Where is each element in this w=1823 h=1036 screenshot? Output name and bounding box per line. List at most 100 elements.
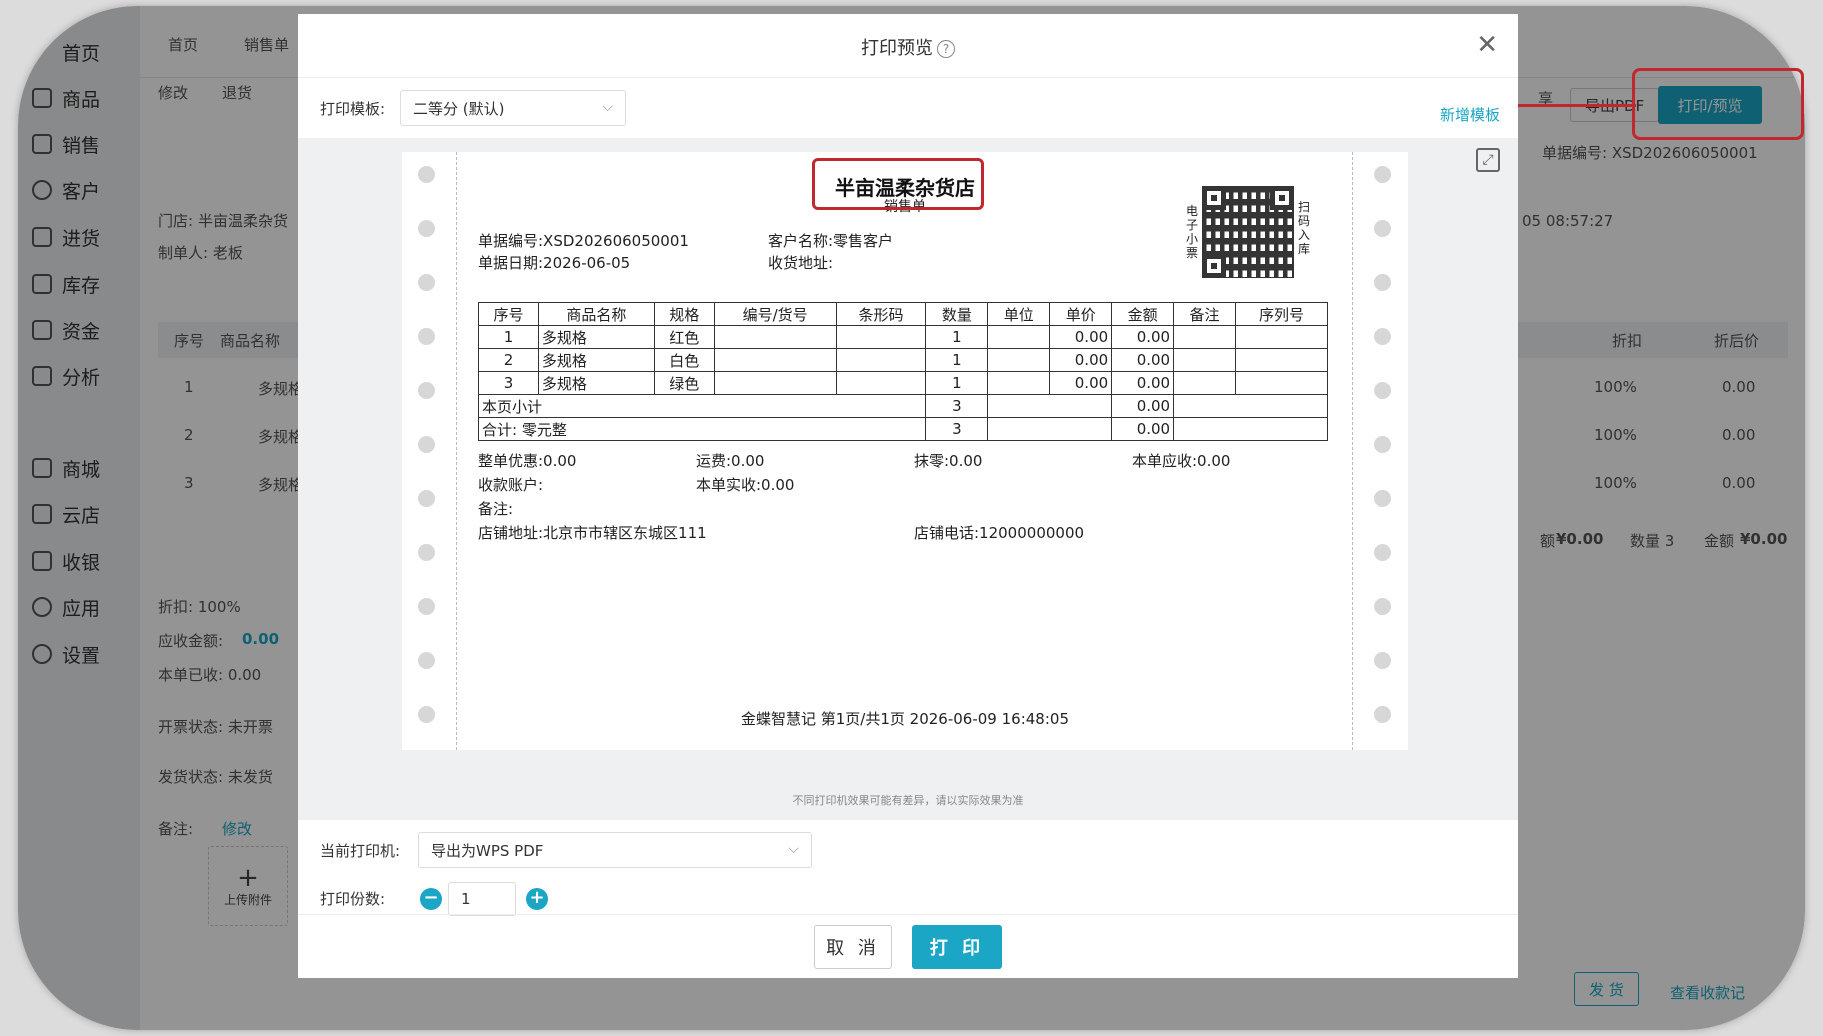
decrease-copies-button[interactable]: − (420, 888, 442, 910)
perforation-hole (418, 436, 435, 453)
cell-serial (1235, 371, 1328, 395)
receipt-doc-date: 单据日期:2026-06-05 (478, 254, 631, 272)
cell-no: 3 (478, 371, 539, 395)
cell-amount: 0.00 (1111, 371, 1175, 395)
perforation-hole (418, 598, 435, 615)
chevron-down-icon: ⌵ (788, 841, 799, 857)
perforation-hole (418, 382, 435, 399)
receipt-paper: 半亩温柔杂货店 销售单 单据编号:XSD202606050001 单据日期:20… (402, 152, 1408, 750)
cell-barcode (835, 325, 927, 349)
copies-input[interactable]: 1 (448, 882, 516, 916)
dialog-title: 打印预览? (298, 34, 1518, 60)
total-blank (987, 417, 1113, 441)
subtotal-row: 本页小计 3 0.00 (477, 394, 1328, 418)
cell-unit (987, 371, 1051, 395)
th-name: 商品名称 (537, 302, 655, 326)
expand-icon[interactable]: ⤢ (1476, 148, 1500, 172)
cell-serial (1235, 348, 1328, 372)
perforation-hole (1374, 274, 1391, 291)
qr-finder (1202, 254, 1226, 278)
shop-phone: 店铺电话:12000000000 (914, 524, 1085, 542)
table-row: 2 多规格 白色 1 0.00 0.00 (478, 348, 1328, 372)
cell-unit (987, 348, 1051, 372)
perforation-hole (418, 274, 435, 291)
cell-spec: 绿色 (653, 371, 715, 395)
printer-select[interactable]: 导出为WPS PDF ⌵ (418, 832, 812, 868)
payment-account: 收款账户: (478, 476, 544, 494)
subtotal-amount: 0.00 (1111, 394, 1175, 418)
chevron-down-icon: ⌵ (602, 99, 613, 115)
cell-serial (1235, 325, 1328, 349)
cell-price: 0.00 (1049, 325, 1113, 349)
qr-code (1202, 186, 1294, 278)
cell-no: 1 (478, 325, 539, 349)
receipt-address: 收货地址: (768, 254, 834, 272)
table-row: 3 多规格 绿色 1 0.00 0.00 (478, 371, 1328, 395)
receipt-footer: 金蝶智慧记 第1页/共1页 2026-06-09 16:48:05 (741, 710, 1069, 728)
perforation-hole (1374, 328, 1391, 345)
cell-code (713, 371, 837, 395)
actual-received: 本单实收:0.00 (696, 476, 795, 494)
cell-remark (1173, 325, 1237, 349)
print-button[interactable]: 打 印 (912, 925, 1002, 969)
round-off: 抹零:0.00 (914, 452, 983, 470)
receipt-customer: 客户名称:零售客户 (768, 232, 894, 250)
perforation-hole (1374, 544, 1391, 561)
cell-unit (987, 325, 1051, 349)
perforation-hole (1374, 598, 1391, 615)
receipt-items-table: 序号 商品名称 规格 编号/货号 条形码 数量 单位 单价 金额 备注 序列号 (477, 302, 1328, 441)
printer-label: 当前打印机: (320, 842, 401, 860)
total-label: 合计: 零元整 (477, 417, 927, 441)
cell-remark (1173, 348, 1237, 372)
close-icon[interactable]: ✕ (1476, 30, 1498, 60)
highlight-print-preview (1632, 68, 1804, 140)
receipt-doc-no: 单据编号:XSD202606050001 (478, 232, 689, 250)
increase-copies-button[interactable]: + (526, 888, 548, 910)
cell-no: 2 (478, 348, 539, 372)
receipt-remark: 备注: (478, 500, 514, 518)
cell-barcode (835, 348, 927, 372)
subtotal-label: 本页小计 (477, 394, 927, 418)
cell-amount: 0.00 (1111, 348, 1175, 372)
th-code: 编号/货号 (713, 302, 837, 326)
dialog-header: 打印预览? ✕ (298, 14, 1518, 78)
cell-price: 0.00 (1049, 371, 1113, 395)
perforation-hole (418, 652, 435, 669)
th-serial: 序列号 (1235, 302, 1328, 326)
cell-amount: 0.00 (1111, 325, 1175, 349)
perforation-hole (1374, 490, 1391, 507)
perforation-hole (418, 328, 435, 345)
dialog-footer: 取 消 打 印 (298, 914, 1518, 978)
help-icon[interactable]: ? (937, 40, 955, 58)
add-template-link[interactable]: 新增模板 (1440, 104, 1500, 125)
cancel-button[interactable]: 取 消 (814, 925, 892, 969)
perforation-hole (418, 544, 435, 561)
print-preview-dialog: 打印预览? ✕ 打印模板: 二等分 (默认) ⌵ 新增模板 ⤢ 半亩温柔杂货店 … (298, 14, 1518, 978)
cell-barcode (835, 371, 927, 395)
freight: 运费:0.00 (696, 452, 765, 470)
template-select[interactable]: 二等分 (默认) ⌵ (400, 90, 626, 126)
highlight-shop-name (812, 158, 984, 210)
total-row: 合计: 零元整 3 0.00 (477, 417, 1328, 441)
template-row: 打印模板: 二等分 (默认) ⌵ 新增模板 (298, 78, 1518, 138)
cell-name: 多规格 (537, 348, 655, 372)
subtotal-tail (1173, 394, 1328, 418)
preview-area: ⤢ 半亩温柔杂货店 销售单 单据编号:XSD202606050001 单据日期:… (298, 138, 1518, 820)
cell-remark (1173, 371, 1237, 395)
qr-right-caption: 扫码入库 (1298, 200, 1311, 256)
perforation-hole (418, 490, 435, 507)
table-row: 1 多规格 红色 1 0.00 0.00 (478, 325, 1328, 349)
printer-tip: 不同打印机效果可能有差异，请以实际效果为准 (792, 794, 1024, 807)
shop-address: 店铺地址:北京市市辖区东城区111 (478, 524, 707, 542)
perforation-hole (1374, 436, 1391, 453)
qr-finder (1270, 186, 1294, 210)
cell-name: 多规格 (537, 371, 655, 395)
copies-label: 打印份数: (320, 890, 386, 908)
cell-code (713, 325, 837, 349)
cell-spec: 红色 (653, 325, 715, 349)
cell-qty: 1 (925, 325, 989, 349)
total-tail (1173, 417, 1328, 441)
perforation-hole (1374, 220, 1391, 237)
perforation-line (1352, 152, 1353, 750)
cell-qty: 1 (925, 371, 989, 395)
